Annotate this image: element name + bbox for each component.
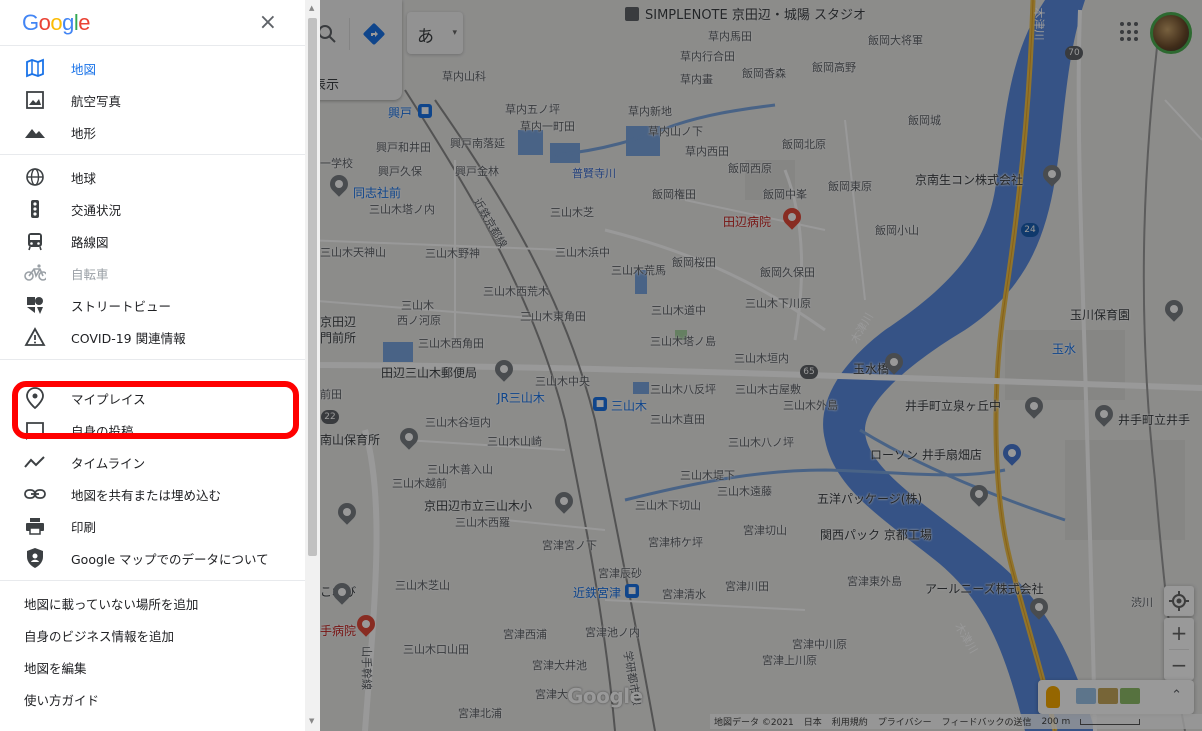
link-icon [24,483,46,505]
print-icon [24,515,46,537]
menu-item-label: 交通状況 [71,202,122,218]
menu-item-label: 地図を共有または埋め込む [71,487,222,503]
edit-map-link[interactable]: 地図を編集 [0,651,305,683]
menu-item-label: 印刷 [71,519,97,535]
menu-item-data-info[interactable]: Google マップでのデータについて [0,542,305,574]
transit-icon [24,230,46,252]
menu-item-share[interactable]: 地図を共有または埋め込む [0,478,305,510]
menu-item-terrain[interactable]: 地形 [0,116,305,148]
scroll-up-icon[interactable]: ▲ [309,4,314,12]
bicycle-icon [24,262,46,284]
map-icon [24,57,46,79]
menu-item-label: 地球 [71,170,97,186]
globe-icon [24,166,46,188]
side-menu: Google × 地図 航空写真 地形 地球 交通状況 路線図 自転車 ストリー… [0,0,305,731]
menu-item-satellite[interactable]: 航空写真 [0,84,305,116]
menu-item-label: 地図 [71,61,97,77]
menu-item-label: タイムライン [71,455,146,471]
traffic-icon [24,198,46,220]
menu-item-label: 地形 [71,125,97,141]
menu-item-covid[interactable]: COVID-19 関連情報 [0,321,305,353]
scroll-down-icon[interactable]: ▼ [309,717,314,725]
menu-item-globe[interactable]: 地球 [0,161,305,193]
google-logo: Google [22,10,91,35]
add-business-link[interactable]: 自身のビジネス情報を追加 [0,619,305,651]
annotation-highlight [12,381,299,439]
menu-item-label: ストリートビュー [71,298,172,314]
close-icon[interactable]: × [259,12,277,34]
layers-section: 地球 交通状況 路線図 自転車 ストリートビュー COVID-19 関連情報 [0,155,305,360]
help-link[interactable]: 使い方ガイド [0,683,305,715]
add-missing-place-link[interactable]: 地図に載っていない場所を追加 [0,587,305,619]
streetview-icon [24,294,46,316]
timeline-icon [24,451,46,473]
menu-item-label: Google マップでのデータについて [71,551,269,567]
menu-item-streetview[interactable]: ストリートビュー [0,289,305,321]
menu-item-traffic[interactable]: 交通状況 [0,193,305,225]
terrain-icon [24,121,46,143]
menu-item-label: 路線図 [71,234,109,250]
sidebar-scrollbar-thumb[interactable] [308,18,317,556]
menu-item-label: 航空写真 [71,93,122,109]
menu-item-map[interactable]: 地図 [0,52,305,84]
menu-item-label: COVID-19 関連情報 [71,330,186,346]
menu-item-bicycle[interactable]: 自転車 [0,257,305,289]
satellite-icon [24,89,46,111]
menu-item-print[interactable]: 印刷 [0,510,305,542]
menu-item-timeline[interactable]: タイムライン [0,446,305,478]
warning-icon [24,326,46,348]
map-type-section: 地図 航空写真 地形 [0,46,305,155]
side-menu-header: Google × [0,0,305,46]
menu-item-transit[interactable]: 路線図 [0,225,305,257]
text-links-section: 地図に載っていない場所を追加 自身のビジネス情報を追加 地図を編集 使い方ガイド [0,581,305,715]
menu-item-label: 自転車 [71,266,109,282]
shield-icon [24,547,46,569]
